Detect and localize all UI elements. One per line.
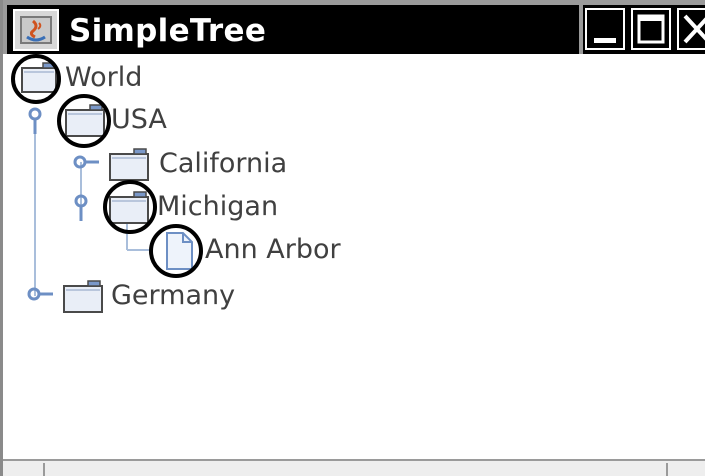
minimize-icon (594, 38, 616, 43)
tree-node-michigan[interactable]: Michigan (3, 187, 323, 227)
tree-node-label: Germany (111, 280, 236, 311)
tree-node-germany[interactable]: Germany (3, 276, 303, 316)
minimize-button[interactable] (585, 8, 625, 50)
tree-node-label: Michigan (157, 191, 279, 222)
tree-node-label: World (65, 62, 143, 93)
simpletree-window: SimpleTree World USA California Michigan… (0, 0, 705, 476)
tree-node-world[interactable]: World (3, 58, 203, 98)
tree-node-label: USA (111, 104, 167, 135)
close-button[interactable] (677, 8, 705, 50)
folder-icon (109, 191, 149, 224)
close-icon (683, 14, 705, 44)
tree-node-label: California (159, 148, 288, 179)
folder-icon (21, 62, 57, 93)
folder-icon (109, 148, 149, 181)
horizontal-scrollbar[interactable] (3, 459, 705, 476)
collapsed-handle-icon[interactable] (69, 148, 103, 178)
window-title: SimpleTree (69, 13, 267, 49)
expanded-handle-icon[interactable] (25, 104, 47, 138)
java-app-icon[interactable] (13, 9, 59, 51)
maximize-icon (637, 14, 665, 44)
folder-icon (65, 104, 105, 137)
scrollbar-thumb[interactable] (43, 463, 668, 476)
collapsed-handle-icon[interactable] (23, 280, 57, 310)
tree-node-ann-arbor[interactable]: Ann Arbor (3, 230, 363, 270)
title-separator (579, 5, 583, 54)
tree-node-california[interactable]: California (3, 144, 323, 184)
tree-view[interactable]: World USA California Michigan Ann Arbor … (3, 54, 705, 459)
expanded-handle-icon[interactable] (71, 191, 93, 225)
folder-icon (63, 280, 103, 313)
tree-node-usa[interactable]: USA (3, 100, 203, 140)
title-bar[interactable]: SimpleTree (3, 0, 705, 54)
file-icon (166, 232, 193, 270)
maximize-button[interactable] (631, 8, 671, 50)
tree-node-label: Ann Arbor (205, 234, 341, 265)
